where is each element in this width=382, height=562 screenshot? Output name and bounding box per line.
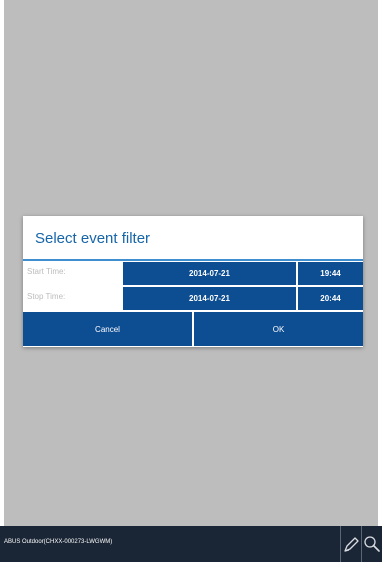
event-filter-dialog: Select event filter Start Time: 2014-07-…	[23, 216, 363, 347]
stop-date-field[interactable]: 2014-07-21	[123, 287, 296, 310]
edit-button[interactable]	[340, 532, 362, 556]
start-time-label-cell: Start Time:	[23, 262, 122, 284]
start-date-field[interactable]: 2014-07-21	[123, 262, 296, 285]
ok-button[interactable]: OK	[194, 312, 363, 346]
search-icon	[364, 536, 380, 552]
bottom-bar: ABUS Outdoor(CHXX-000273-LWGWM)	[0, 526, 382, 562]
start-time-field[interactable]: 19:44	[298, 262, 363, 285]
camera-label: ABUS Outdoor(CHXX-000273-LWGWM)	[4, 539, 113, 545]
dialog-title: Select event filter	[35, 230, 151, 247]
stop-time-field[interactable]: 20:44	[298, 287, 363, 310]
stop-time-label: Stop Time:	[27, 292, 66, 301]
stop-time-label-cell: Stop Time:	[23, 287, 122, 309]
cancel-button[interactable]: Cancel	[23, 312, 192, 346]
title-divider	[23, 259, 363, 261]
dialog-header: Select event filter	[23, 216, 363, 259]
start-time-label: Start Time:	[27, 267, 66, 276]
screen: Select event filter Start Time: 2014-07-…	[0, 0, 382, 562]
search-button[interactable]	[361, 532, 382, 556]
pencil-icon	[344, 537, 359, 552]
